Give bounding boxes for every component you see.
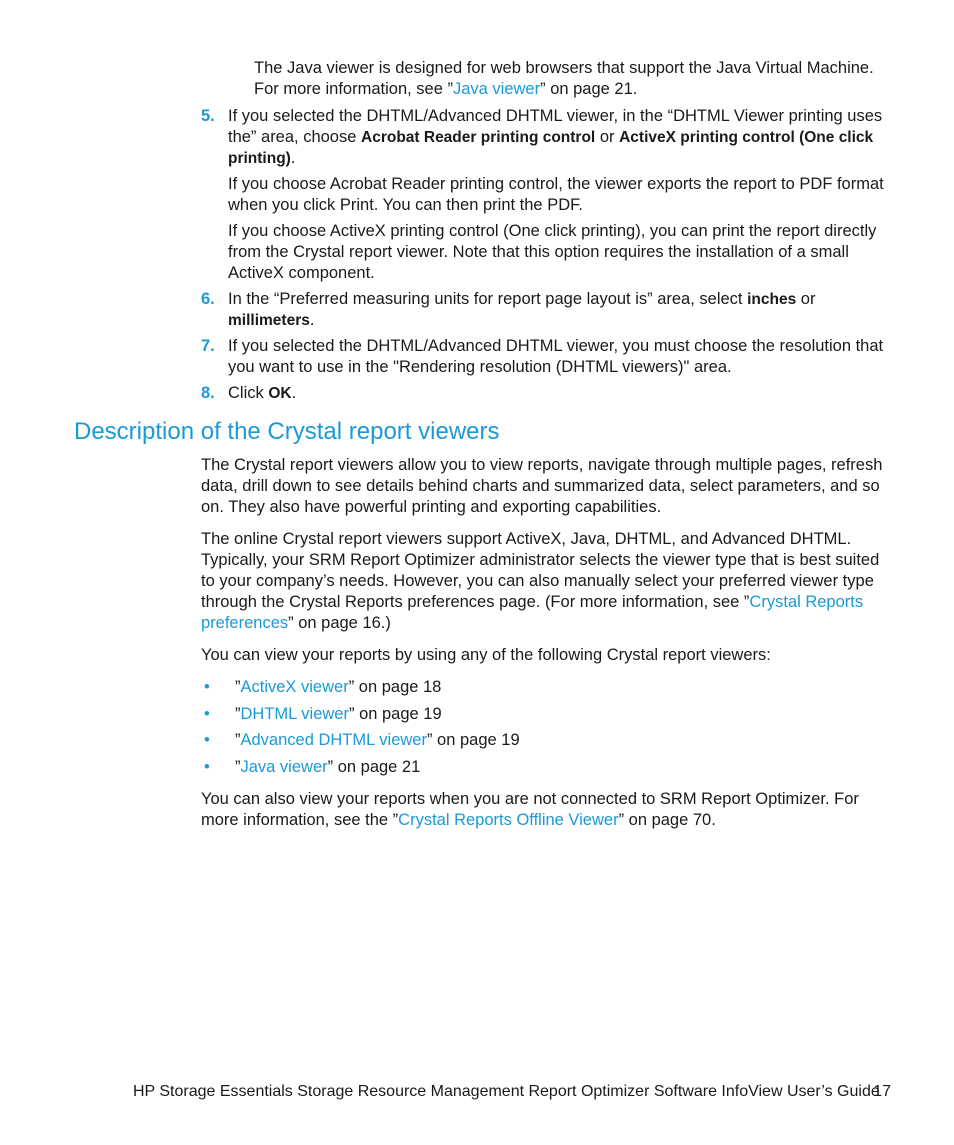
intro-text-after: ” on page 21. xyxy=(540,80,638,98)
page-footer: HP Storage Essentials Storage Resource M… xyxy=(133,1082,893,1102)
list-item: • ”Advanced DHTML viewer” on page 19 xyxy=(201,730,893,751)
bullet-icon: • xyxy=(204,678,210,696)
step-number: 6. xyxy=(201,290,215,308)
step-text: or xyxy=(796,290,816,308)
footer-title: HP Storage Essentials Storage Resource M… xyxy=(133,1083,880,1100)
option-millimeters: millimeters xyxy=(228,312,310,329)
page-number: 17 xyxy=(873,1083,891,1100)
paragraph-text: ” on page 16.) xyxy=(288,614,391,632)
step-text: . xyxy=(309,311,315,329)
section-body: The Crystal report viewers allow you to … xyxy=(201,455,893,842)
step-7: 7. If you selected the DHTML/Advanced DH… xyxy=(201,336,892,378)
dhtml-viewer-link[interactable]: DHTML viewer xyxy=(241,705,349,723)
bullet-icon: • xyxy=(204,731,210,749)
option-ok: OK xyxy=(268,385,292,402)
bullet-icon: • xyxy=(204,757,210,776)
step-5-note-acrobat: If you choose Acrobat Reader printing co… xyxy=(228,175,884,214)
step-number: 5. xyxy=(201,107,215,125)
page-ref: ” on page 19 xyxy=(348,704,442,723)
intro-paragraph: The Java viewer is designed for web brow… xyxy=(254,58,894,100)
paragraph-viewer-types: The online Crystal report viewers suppor… xyxy=(201,529,893,634)
list-item: • ”Java viewer” on page 21 xyxy=(201,757,893,778)
paragraph-offline-viewer: You can also view your reports when you … xyxy=(201,789,893,831)
list-item: • ”ActiveX viewer” on page 18 xyxy=(201,677,893,698)
step-number: 8. xyxy=(201,384,215,402)
option-acrobat-reader: Acrobat Reader printing control xyxy=(361,129,596,146)
viewer-list: • ”ActiveX viewer” on page 18 • ”DHTML vie… xyxy=(201,677,893,778)
offline-viewer-link[interactable]: Crystal Reports Offline Viewer xyxy=(398,811,618,829)
paragraph-overview: The Crystal report viewers allow you to … xyxy=(201,456,883,516)
step-6: 6. In the “Preferred measuring units for… xyxy=(201,289,892,331)
step-text: or xyxy=(595,128,620,146)
paragraph-viewer-list-intro: You can view your reports by using any o… xyxy=(201,646,771,664)
java-viewer-link[interactable]: Java viewer xyxy=(241,758,328,776)
page-ref: ” on page 19 xyxy=(426,731,520,749)
section-heading: Description of the Crystal report viewer… xyxy=(74,418,500,445)
step-text: . xyxy=(290,149,296,167)
page-ref: ” on page 21 xyxy=(327,757,421,776)
page-ref: ” on page 18 xyxy=(348,678,442,696)
step-number: 7. xyxy=(201,337,215,355)
advanced-dhtml-viewer-link[interactable]: Advanced DHTML viewer xyxy=(241,731,427,749)
list-item: • ”DHTML viewer” on page 19 xyxy=(201,704,893,725)
steps-list: 5. If you selected the DHTML/Advanced DH… xyxy=(201,106,892,409)
step-5: 5. If you selected the DHTML/Advanced DH… xyxy=(201,106,892,169)
activex-viewer-link[interactable]: ActiveX viewer xyxy=(241,678,349,696)
step-text: . xyxy=(291,384,297,402)
step-8: 8. Click OK. xyxy=(201,383,892,404)
bullet-icon: • xyxy=(204,704,210,723)
option-inches: inches xyxy=(747,291,797,308)
step-text: If you selected the DHTML/Advanced DHTML… xyxy=(228,337,884,376)
step-5-note-activex: If you choose ActiveX printing control (… xyxy=(228,222,877,282)
paragraph-text: ” on page 70. xyxy=(618,810,716,829)
step-text: Click xyxy=(228,384,269,402)
java-viewer-link[interactable]: Java viewer xyxy=(453,80,540,98)
step-text: In the “Preferred measuring units for re… xyxy=(228,290,748,308)
